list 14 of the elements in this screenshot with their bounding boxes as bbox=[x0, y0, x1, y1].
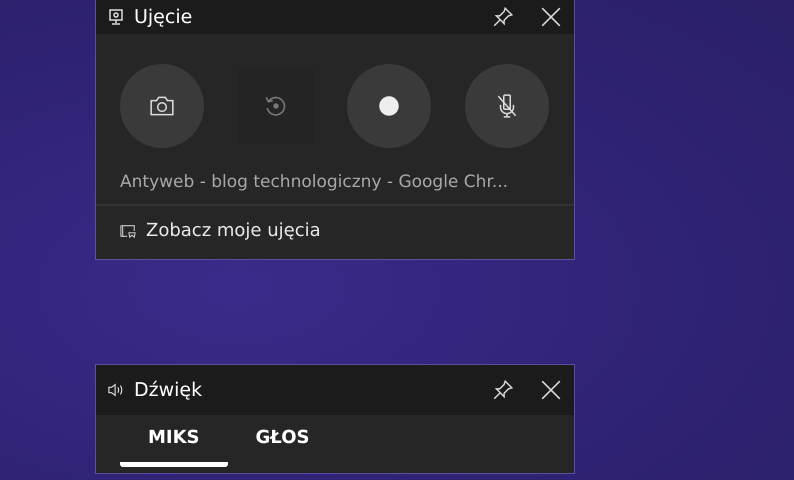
tab[interactable]: MIKS bbox=[120, 415, 228, 467]
tab[interactable]: GŁOS bbox=[228, 415, 338, 467]
widget-title: Dźwięk bbox=[134, 379, 204, 401]
link-text[interactable]: Zobacz moje ujęcia bbox=[146, 220, 321, 241]
close-icon[interactable] bbox=[540, 379, 562, 401]
source-window-title: Antyweb - blog technologiczny - Google Chr... bbox=[119, 171, 510, 194]
webcam-icon bbox=[108, 9, 124, 25]
pin-icon[interactable] bbox=[492, 379, 514, 401]
close-icon[interactable] bbox=[540, 6, 562, 28]
gallery-link[interactable]: Zobacz moje ujęcia bbox=[96, 204, 574, 259]
gallery-icon bbox=[120, 222, 136, 238]
speaker-icon bbox=[108, 382, 124, 398]
pin-icon[interactable] bbox=[492, 6, 514, 28]
widget-title: Ujęcie bbox=[134, 6, 194, 28]
